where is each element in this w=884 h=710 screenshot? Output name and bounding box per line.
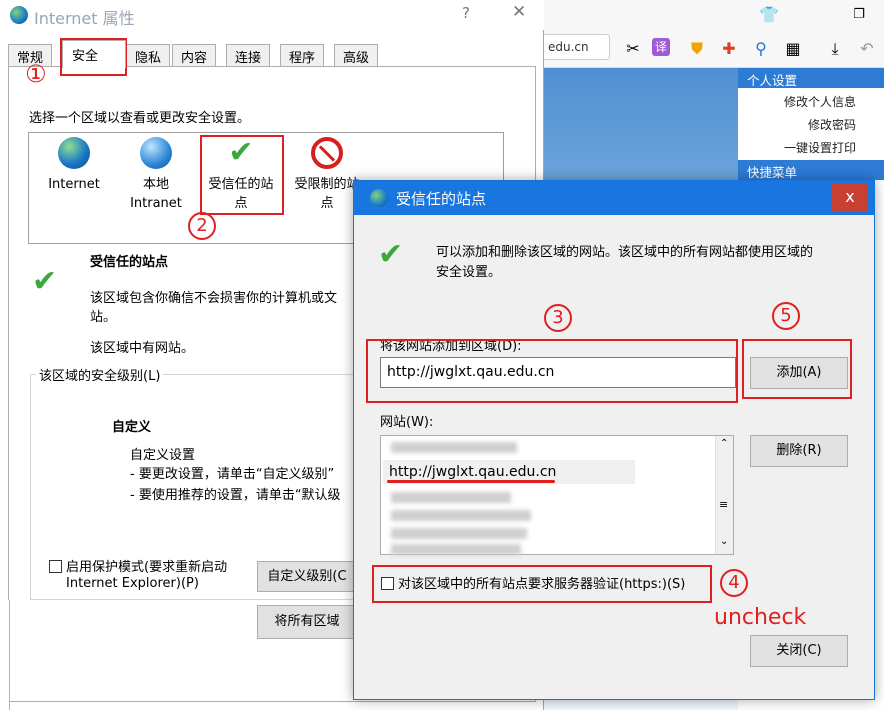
globe-icon bbox=[58, 137, 90, 169]
custom-level-button[interactable]: 自定义级别(C bbox=[257, 561, 357, 592]
trusted-body: ✔ 可以添加和删除该区域的网站。该区域中的所有网站都使用区域的 安全设置。 将该… bbox=[354, 215, 874, 699]
protected-mode-checkbox[interactable] bbox=[49, 560, 62, 573]
zone-intranet[interactable]: 本地 Intranet bbox=[121, 137, 191, 213]
annotation-box-https bbox=[372, 565, 712, 603]
trusted-titlebar: 受信任的站点 x bbox=[354, 181, 874, 215]
annotation-number-1: ① bbox=[25, 60, 47, 88]
zone-has-sites: 该区域中有网站。 bbox=[90, 341, 195, 356]
annotation-underline bbox=[387, 480, 555, 483]
annotation-uncheck-note: uncheck bbox=[714, 605, 807, 630]
intranet-icon bbox=[140, 137, 172, 169]
menu-header-shortcuts: 快捷菜单 bbox=[738, 160, 884, 180]
zone-title: 受信任的站点 bbox=[90, 255, 169, 270]
ie-globe-icon bbox=[10, 6, 28, 24]
zone-desc-line1: 该区域包含你确信不会损害你的计算机或文 bbox=[90, 291, 338, 306]
tab-programs[interactable]: 程序 bbox=[280, 44, 325, 66]
trusted-info-line2: 安全设置。 bbox=[436, 265, 502, 280]
tab-privacy[interactable]: 隐私 bbox=[126, 44, 171, 66]
address-bar[interactable]: edu.cn bbox=[544, 34, 610, 60]
annotation-box-add-button bbox=[742, 339, 852, 399]
menu-item-print-setup[interactable]: 一键设置打印 bbox=[784, 139, 856, 156]
translate-icon[interactable]: 译 bbox=[652, 38, 670, 56]
remove-site-button[interactable]: 删除(R) bbox=[750, 435, 848, 467]
site-item-jwglxt[interactable]: http://jwglxt.qau.edu.cn bbox=[389, 464, 556, 480]
trusted-globe-icon bbox=[370, 189, 388, 207]
menu-header-personal: 个人设置 bbox=[738, 68, 884, 88]
protected-mode-label2: Internet Explorer)(P) bbox=[66, 576, 199, 591]
tab-connections[interactable]: 连接 bbox=[226, 44, 271, 66]
trusted-close-button[interactable]: 关闭(C) bbox=[750, 635, 848, 667]
props-tabs: 常规 安全 隐私 内容 连接 程序 高级 bbox=[8, 40, 536, 68]
tab-advanced[interactable]: 高级 bbox=[334, 44, 379, 66]
shirt-icon[interactable]: 👕 bbox=[758, 4, 780, 26]
tab-security[interactable]: 安全 bbox=[62, 40, 126, 68]
trusted-sites-dialog: 受信任的站点 x ✔ 可以添加和删除该区域的网站。该区域中的所有网站都使用区域的… bbox=[353, 180, 875, 700]
blurred-site bbox=[391, 442, 517, 453]
tab-content[interactable]: 内容 bbox=[172, 44, 217, 66]
annotation-number-4: 4 bbox=[720, 569, 748, 597]
zone-intranet-label1: 本地 bbox=[142, 177, 169, 192]
custom-line1: 自定义设置 bbox=[130, 448, 196, 463]
props-title: Internet 属性 bbox=[34, 9, 135, 28]
trusted-info-line1: 可以添加和删除该区域的网站。该区域中的所有网站都使用区域的 bbox=[436, 245, 814, 260]
shield-icon[interactable]: ⛊ bbox=[686, 38, 708, 60]
zone-intranet-label2: Intranet bbox=[130, 196, 182, 211]
security-level-label: 该区域的安全级别(L) bbox=[36, 365, 164, 384]
apps-icon[interactable]: ▦ bbox=[782, 38, 804, 60]
undo-icon[interactable]: ↶ bbox=[856, 38, 878, 60]
sites-listbox[interactable]: http://jwglxt.qau.edu.cn ⌃ ≡ ⌄ bbox=[380, 435, 734, 555]
protected-mode-label1: 启用保护模式(要求重新启动 bbox=[66, 560, 228, 575]
zone-internet[interactable]: Internet bbox=[39, 137, 109, 194]
blurred-site bbox=[391, 544, 521, 555]
custom-title: 自定义 bbox=[112, 420, 152, 435]
blurred-site bbox=[391, 510, 531, 521]
restore-icon[interactable]: ❐ bbox=[848, 4, 870, 26]
annotation-number-3: 3 bbox=[544, 304, 572, 332]
sites-label: 网站(W): bbox=[380, 415, 434, 430]
scissors-icon[interactable]: ✂ bbox=[622, 38, 644, 60]
scroll-up-icon[interactable]: ⌃ bbox=[720, 438, 728, 449]
annotation-box-add-input bbox=[366, 339, 738, 403]
no-entry-icon bbox=[311, 137, 343, 169]
trusted-close-x-button[interactable]: x bbox=[832, 183, 868, 211]
props-close-button[interactable]: ✕ bbox=[512, 2, 526, 22]
download-icon[interactable]: ⤓ bbox=[824, 38, 846, 60]
sites-scrollbar[interactable]: ⌃ ≡ ⌄ bbox=[715, 436, 733, 554]
search-icon[interactable]: ⚲ bbox=[750, 38, 772, 60]
reset-all-zones-button[interactable]: 将所有区域 bbox=[257, 605, 357, 639]
help-button[interactable]: ? bbox=[462, 4, 470, 22]
trusted-info-check-icon: ✔ bbox=[378, 237, 404, 272]
blurred-site bbox=[391, 492, 511, 503]
game-icon[interactable]: ✚ bbox=[718, 38, 740, 60]
trusted-title: 受信任的站点 bbox=[396, 190, 487, 208]
menu-item-edit-profile[interactable]: 修改个人信息 bbox=[784, 93, 856, 110]
background-window-edge bbox=[0, 600, 10, 710]
zone-desc-line2: 站。 bbox=[90, 310, 117, 325]
custom-line3: - 要使用推荐的设置，请单击“默认级 bbox=[130, 488, 341, 503]
trusted-check-icon: ✔ bbox=[32, 264, 58, 299]
menu-item-change-password[interactable]: 修改密码 bbox=[808, 116, 856, 133]
scroll-down-icon[interactable]: ⌄ bbox=[720, 536, 728, 547]
blurred-site bbox=[391, 528, 527, 539]
props-titlebar: Internet 属性 ? ✕ bbox=[0, 0, 544, 30]
custom-line2: - 要更改设置，请单击“自定义级别” bbox=[130, 467, 335, 482]
zone-prompt: 选择一个区域以查看或更改安全设置。 bbox=[29, 111, 251, 126]
annotation-number-2: 2 bbox=[188, 212, 216, 240]
scroll-thumb-icon[interactable]: ≡ bbox=[719, 498, 728, 511]
annotation-number-5: 5 bbox=[772, 302, 800, 330]
zone-internet-label: Internet bbox=[48, 177, 100, 192]
annotation-box-trusted-zone bbox=[200, 135, 284, 215]
